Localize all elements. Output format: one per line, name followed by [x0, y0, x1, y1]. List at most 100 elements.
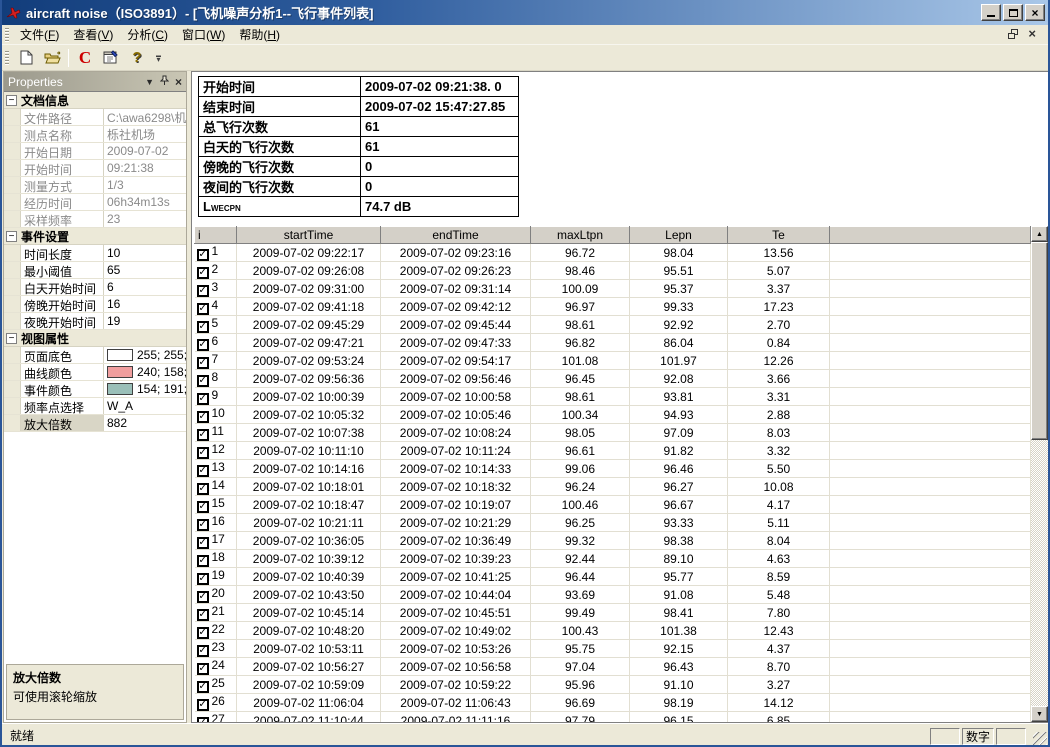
property-row[interactable]: 测量方式1/3	[4, 177, 186, 194]
menu-item[interactable]: 帮助(H)	[232, 24, 287, 45]
event-row[interactable]: ✓132009-07-02 10:14:162009-07-02 10:14:3…	[195, 460, 1031, 478]
row-checkbox[interactable]: ✓	[197, 303, 209, 315]
collapse-icon[interactable]: −	[6, 333, 17, 344]
collapse-icon[interactable]: −	[6, 95, 17, 106]
property-value[interactable]: 65	[104, 262, 186, 278]
event-row[interactable]: ✓162009-07-02 10:21:112009-07-02 10:21:2…	[195, 514, 1031, 532]
row-checkbox[interactable]: ✓	[197, 555, 209, 567]
property-row[interactable]: 夜晚开始时间19	[4, 313, 186, 330]
menu-item[interactable]: 窗口(W)	[175, 24, 232, 45]
row-checkbox[interactable]: ✓	[197, 429, 209, 441]
property-row[interactable]: 傍晚开始时间16	[4, 296, 186, 313]
column-header-endTime[interactable]: endTime	[381, 227, 531, 244]
row-checkbox[interactable]: ✓	[197, 627, 209, 639]
event-row[interactable]: ✓12009-07-02 09:22:172009-07-02 09:23:16…	[195, 244, 1031, 262]
event-row[interactable]: ✓82009-07-02 09:56:362009-07-02 09:56:46…	[195, 370, 1031, 388]
close-button[interactable]: ×	[1025, 4, 1045, 21]
row-checkbox[interactable]: ✓	[197, 285, 209, 297]
event-row[interactable]: ✓182009-07-02 10:39:122009-07-02 10:39:2…	[195, 550, 1031, 568]
row-checkbox[interactable]: ✓	[197, 321, 209, 333]
mdi-restore-button[interactable]	[1008, 29, 1018, 39]
menu-grip[interactable]	[5, 28, 9, 42]
row-checkbox[interactable]: ✓	[197, 249, 209, 261]
event-row[interactable]: ✓122009-07-02 10:11:102009-07-02 10:11:2…	[195, 442, 1031, 460]
toolbar-grip[interactable]	[5, 51, 9, 65]
event-row[interactable]: ✓222009-07-02 10:48:202009-07-02 10:49:0…	[195, 622, 1031, 640]
row-checkbox[interactable]: ✓	[197, 483, 209, 495]
toolbar-overflow-button[interactable]: ▬ ▾	[152, 47, 165, 69]
property-row[interactable]: 页面底色255; 255; 25	[4, 347, 186, 364]
property-value[interactable]: 240; 158; 15	[104, 364, 186, 380]
maximize-button[interactable]	[1003, 4, 1023, 21]
open-file-button[interactable]	[40, 47, 64, 69]
row-checkbox[interactable]: ✓	[197, 267, 209, 279]
property-value[interactable]: 2009-07-02	[104, 143, 186, 159]
event-row[interactable]: ✓152009-07-02 10:18:472009-07-02 10:19:0…	[195, 496, 1031, 514]
property-section-header[interactable]: −事件设置	[4, 228, 186, 245]
property-section-header[interactable]: −视图属性	[4, 330, 186, 347]
property-row[interactable]: 白天开始时间6	[4, 279, 186, 296]
row-checkbox[interactable]: ✓	[197, 447, 209, 459]
property-value[interactable]: C:\awa6298\机场	[104, 109, 186, 125]
row-checkbox[interactable]: ✓	[197, 411, 209, 423]
row-checkbox[interactable]: ✓	[197, 699, 209, 711]
event-row[interactable]: ✓102009-07-02 10:05:322009-07-02 10:05:4…	[195, 406, 1031, 424]
column-header-i[interactable]: i	[195, 227, 237, 244]
property-value[interactable]: W_A	[104, 398, 186, 414]
row-checkbox[interactable]: ✓	[197, 339, 209, 351]
event-row[interactable]: ✓252009-07-02 10:59:092009-07-02 10:59:2…	[195, 676, 1031, 694]
row-checkbox[interactable]: ✓	[197, 573, 209, 585]
property-value[interactable]: 6	[104, 279, 186, 295]
event-row[interactable]: ✓22009-07-02 09:26:082009-07-02 09:26:23…	[195, 262, 1031, 280]
property-row[interactable]: 文件路径C:\awa6298\机场	[4, 109, 186, 126]
row-checkbox[interactable]: ✓	[197, 645, 209, 657]
menu-item[interactable]: 分析(C)	[120, 24, 175, 45]
minimize-button[interactable]	[981, 4, 1001, 21]
vertical-scrollbar[interactable]: ▲ ▼	[1031, 226, 1048, 722]
event-row[interactable]: ✓262009-07-02 11:06:042009-07-02 11:06:4…	[195, 694, 1031, 712]
panel-menu-arrow-icon[interactable]: ▼	[145, 77, 154, 87]
event-row[interactable]: ✓62009-07-02 09:47:212009-07-02 09:47:33…	[195, 334, 1031, 352]
event-row[interactable]: ✓242009-07-02 10:56:272009-07-02 10:56:5…	[195, 658, 1031, 676]
property-row[interactable]: 开始日期2009-07-02	[4, 143, 186, 160]
event-row[interactable]: ✓202009-07-02 10:43:502009-07-02 10:44:0…	[195, 586, 1031, 604]
column-header-Lepn[interactable]: Lepn	[630, 227, 728, 244]
event-row[interactable]: ✓32009-07-02 09:31:002009-07-02 09:31:14…	[195, 280, 1031, 298]
scroll-up-button[interactable]: ▲	[1031, 226, 1048, 242]
event-row[interactable]: ✓52009-07-02 09:45:292009-07-02 09:45:44…	[195, 316, 1031, 334]
resize-grip-icon[interactable]	[1033, 732, 1047, 746]
property-value[interactable]: 06h34m13s	[104, 194, 186, 210]
event-row[interactable]: ✓172009-07-02 10:36:052009-07-02 10:36:4…	[195, 532, 1031, 550]
menu-item[interactable]: 查看(V)	[66, 24, 120, 45]
property-value[interactable]: 19	[104, 313, 186, 329]
property-row[interactable]: 开始时间09:21:38	[4, 160, 186, 177]
row-checkbox[interactable]: ✓	[197, 609, 209, 621]
scroll-down-button[interactable]: ▼	[1031, 706, 1048, 722]
calibration-button[interactable]: C	[73, 47, 97, 69]
row-checkbox[interactable]: ✓	[197, 393, 209, 405]
event-row[interactable]: ✓192009-07-02 10:40:392009-07-02 10:41:2…	[195, 568, 1031, 586]
scrollbar-thumb[interactable]	[1031, 242, 1048, 440]
row-checkbox[interactable]: ✓	[197, 591, 209, 603]
property-row[interactable]: 频率点选择W_A	[4, 398, 186, 415]
mdi-close-button[interactable]: ×	[1028, 28, 1036, 39]
property-row[interactable]: 最小阈值65	[4, 262, 186, 279]
property-value[interactable]: 255; 255; 25	[104, 347, 186, 363]
property-row[interactable]: 放大倍数882	[4, 415, 186, 432]
panel-pin-icon[interactable]	[160, 75, 169, 88]
event-row[interactable]: ✓212009-07-02 10:45:142009-07-02 10:45:5…	[195, 604, 1031, 622]
help-button[interactable]: ?	[125, 47, 149, 69]
row-checkbox[interactable]: ✓	[197, 537, 209, 549]
event-row[interactable]: ✓232009-07-02 10:53:112009-07-02 10:53:2…	[195, 640, 1031, 658]
color-swatch[interactable]	[107, 349, 133, 361]
panel-close-icon[interactable]: ×	[175, 75, 182, 89]
column-header-startTime[interactable]: startTime	[237, 227, 381, 244]
property-row[interactable]: 采样频率23	[4, 211, 186, 228]
event-row[interactable]: ✓142009-07-02 10:18:012009-07-02 10:18:3…	[195, 478, 1031, 496]
event-row[interactable]: ✓112009-07-02 10:07:382009-07-02 10:08:2…	[195, 424, 1031, 442]
property-row[interactable]: 曲线颜色240; 158; 15	[4, 364, 186, 381]
event-row[interactable]: ✓72009-07-02 09:53:242009-07-02 09:54:17…	[195, 352, 1031, 370]
event-row[interactable]: ✓92009-07-02 10:00:392009-07-02 10:00:58…	[195, 388, 1031, 406]
property-value[interactable]: 154; 191; 18	[104, 381, 186, 397]
row-checkbox[interactable]: ✓	[197, 681, 209, 693]
